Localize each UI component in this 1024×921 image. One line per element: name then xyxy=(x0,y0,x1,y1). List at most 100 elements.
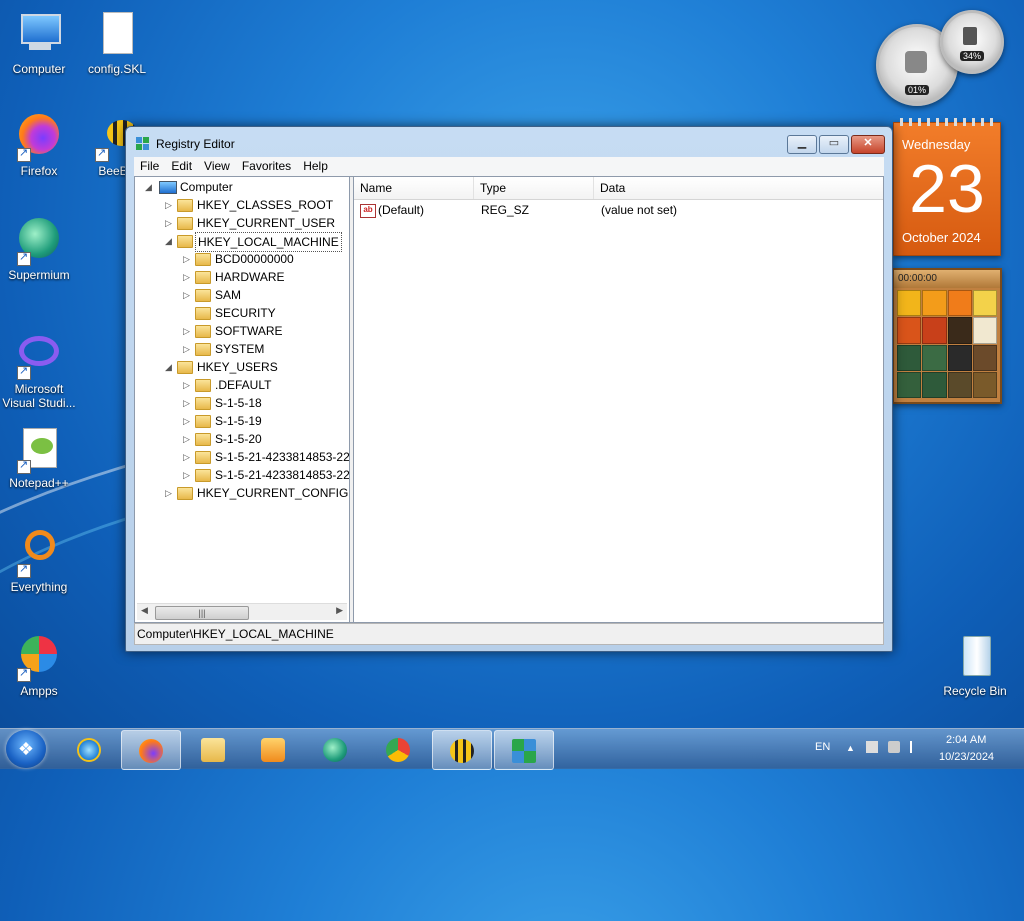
expand-icon[interactable]: ▷ xyxy=(165,214,175,232)
status-bar: Computer\HKEY_LOCAL_MACHINE xyxy=(134,623,884,645)
folder-icon xyxy=(177,235,193,248)
expand-icon[interactable]: ▷ xyxy=(183,430,193,448)
expand-icon[interactable]: ▷ xyxy=(183,412,193,430)
desktop-icon-everything[interactable]: Everything xyxy=(0,528,78,594)
desktop-icon-recycle-bin[interactable]: Recycle Bin xyxy=(936,632,1014,698)
menu-bar: File Edit View Favorites Help xyxy=(134,157,884,176)
taskbar-file-explorer[interactable] xyxy=(184,730,242,768)
registry-editor-icon xyxy=(512,739,536,763)
desktop-icon-computer[interactable]: Computer xyxy=(0,10,78,76)
window-title: Registry Editor xyxy=(156,137,235,151)
taskbar-internet-explorer[interactable] xyxy=(60,730,118,768)
menu-favorites[interactable]: Favorites xyxy=(236,157,297,176)
menu-help[interactable]: Help xyxy=(297,157,334,176)
system-tray: EN ▲ 2:04 AM 10/23/2024 xyxy=(784,729,1024,769)
taskbar: ❖ EN ▲ 2:04 AM 10/23/2024 xyxy=(0,728,1024,770)
notepadpp-icon xyxy=(15,424,63,474)
desktop-icon-notepadpp[interactable]: Notepad++ xyxy=(0,424,78,490)
registry-tree[interactable]: ◢ Computer ▷ HKEY_CLASSES_ROOT ▷ HKEY_CU… xyxy=(135,177,350,622)
expand-icon[interactable]: ▷ xyxy=(183,268,193,286)
firefox-icon xyxy=(139,739,163,763)
expand-icon[interactable]: ▷ xyxy=(183,322,193,340)
tree-horizontal-scrollbar[interactable]: ◀ ||| ▶ xyxy=(137,603,347,620)
tree-node-label: HKEY_CURRENT_USER xyxy=(197,216,336,230)
folder-icon xyxy=(195,253,211,266)
tree-node-label: BCD00000000 xyxy=(215,252,294,266)
scroll-right-icon[interactable]: ▶ xyxy=(336,605,343,616)
taskbar-chrome[interactable] xyxy=(369,730,427,768)
tree-node-label: S-1-5-20 xyxy=(215,432,262,446)
desktop-icon-visual-studio[interactable]: Microsoft Visual Studi... xyxy=(0,330,78,410)
supermium-icon xyxy=(323,738,347,762)
scroll-left-icon[interactable]: ◀ xyxy=(141,605,148,616)
memory-gauge[interactable]: 34% xyxy=(940,10,1004,74)
expand-icon[interactable]: ▷ xyxy=(183,466,193,484)
desktop-icon-ampps[interactable]: Ampps xyxy=(0,632,78,698)
value-type: REG_SZ xyxy=(481,203,530,217)
tree-node-label: SECURITY xyxy=(215,306,276,320)
collapse-icon[interactable]: ◢ xyxy=(165,358,175,376)
calendar-gadget[interactable]: Wednesday 23 October 2024 xyxy=(893,118,1001,256)
column-type[interactable]: Type xyxy=(474,177,594,199)
tree-node-label: HKEY_CLASSES_ROOT xyxy=(197,198,334,212)
desktop-icon-firefox[interactable]: Firefox xyxy=(0,112,78,178)
menu-file[interactable]: File xyxy=(134,157,165,176)
tree-node-label: .DEFAULT xyxy=(215,378,272,392)
computer-icon xyxy=(15,10,63,58)
registry-editor-window[interactable]: Registry Editor ▁ ▭ ✕ File Edit View Fav… xyxy=(125,126,893,652)
expand-icon[interactable]: ▷ xyxy=(165,484,175,502)
tree-node-label: S-1-5-19 xyxy=(215,414,262,428)
network-icon[interactable] xyxy=(866,741,878,753)
tree-node-label: S-1-5-21-4233814853-226 xyxy=(215,468,350,482)
clock-date[interactable]: 10/23/2024 xyxy=(939,751,994,763)
everything-icon xyxy=(15,528,63,578)
title-bar[interactable]: Registry Editor ▁ ▭ ✕ xyxy=(126,127,892,157)
folder-icon xyxy=(195,433,211,446)
close-button[interactable]: ✕ xyxy=(851,135,885,154)
language-indicator[interactable]: EN xyxy=(815,741,830,753)
maximize-button[interactable]: ▭ xyxy=(819,135,849,154)
tree-node-label: HKEY_LOCAL_MACHINE xyxy=(195,232,342,252)
taskbar-registry-editor[interactable] xyxy=(494,730,554,770)
collapse-icon[interactable]: ◢ xyxy=(165,232,175,250)
values-list[interactable]: Name Type Data ab (Default) REG_SZ (valu… xyxy=(353,177,883,622)
action-center-flag-icon[interactable] xyxy=(910,741,922,753)
menu-edit[interactable]: Edit xyxy=(165,157,198,176)
collapse-icon[interactable]: ◢ xyxy=(145,178,155,196)
taskbar-beebeep[interactable] xyxy=(432,730,492,770)
list-row-default[interactable]: ab (Default) REG_SZ (value not set) xyxy=(354,201,883,219)
show-hidden-icons[interactable]: ▲ xyxy=(846,743,855,753)
taskbar-supermium[interactable] xyxy=(306,730,364,768)
maximize-icon: ▭ xyxy=(828,137,840,149)
scroll-thumb[interactable]: ||| xyxy=(155,606,249,620)
volume-muted-icon[interactable] xyxy=(888,741,900,753)
expand-icon[interactable]: ▷ xyxy=(183,286,193,304)
expand-icon[interactable]: ▷ xyxy=(165,196,175,214)
puzzle-gadget[interactable]: 00:00:00 xyxy=(892,268,1002,404)
expand-icon[interactable]: ▷ xyxy=(183,376,193,394)
column-data[interactable]: Data xyxy=(594,177,884,199)
folder-icon xyxy=(177,487,193,500)
tree-node-label: HARDWARE xyxy=(215,270,285,284)
calendar-month-year: October 2024 xyxy=(902,230,981,245)
taskbar-media-player[interactable] xyxy=(244,730,302,768)
desktop-icon-supermium[interactable]: Supermium xyxy=(0,216,78,282)
folder-icon xyxy=(201,738,225,762)
column-name[interactable]: Name xyxy=(354,177,474,199)
expand-icon[interactable]: ▷ xyxy=(183,340,193,358)
start-button[interactable]: ❖ xyxy=(6,730,46,768)
desktop-icon-config[interactable]: config.SKL xyxy=(78,10,156,76)
expand-icon[interactable]: ▷ xyxy=(183,448,193,466)
folder-icon xyxy=(195,451,211,464)
value-data: (value not set) xyxy=(601,203,678,217)
expand-icon[interactable]: ▷ xyxy=(183,250,193,268)
tree-node-label: SAM xyxy=(215,288,242,302)
minimize-button[interactable]: ▁ xyxy=(787,135,817,154)
clock-time[interactable]: 2:04 AM xyxy=(946,734,986,746)
menu-view[interactable]: View xyxy=(198,157,236,176)
bee-icon xyxy=(450,739,474,763)
expand-icon[interactable]: ▷ xyxy=(183,394,193,412)
taskbar-firefox[interactable] xyxy=(121,730,181,770)
puzzle-grid[interactable] xyxy=(897,290,997,398)
list-header: Name Type Data xyxy=(354,177,883,200)
